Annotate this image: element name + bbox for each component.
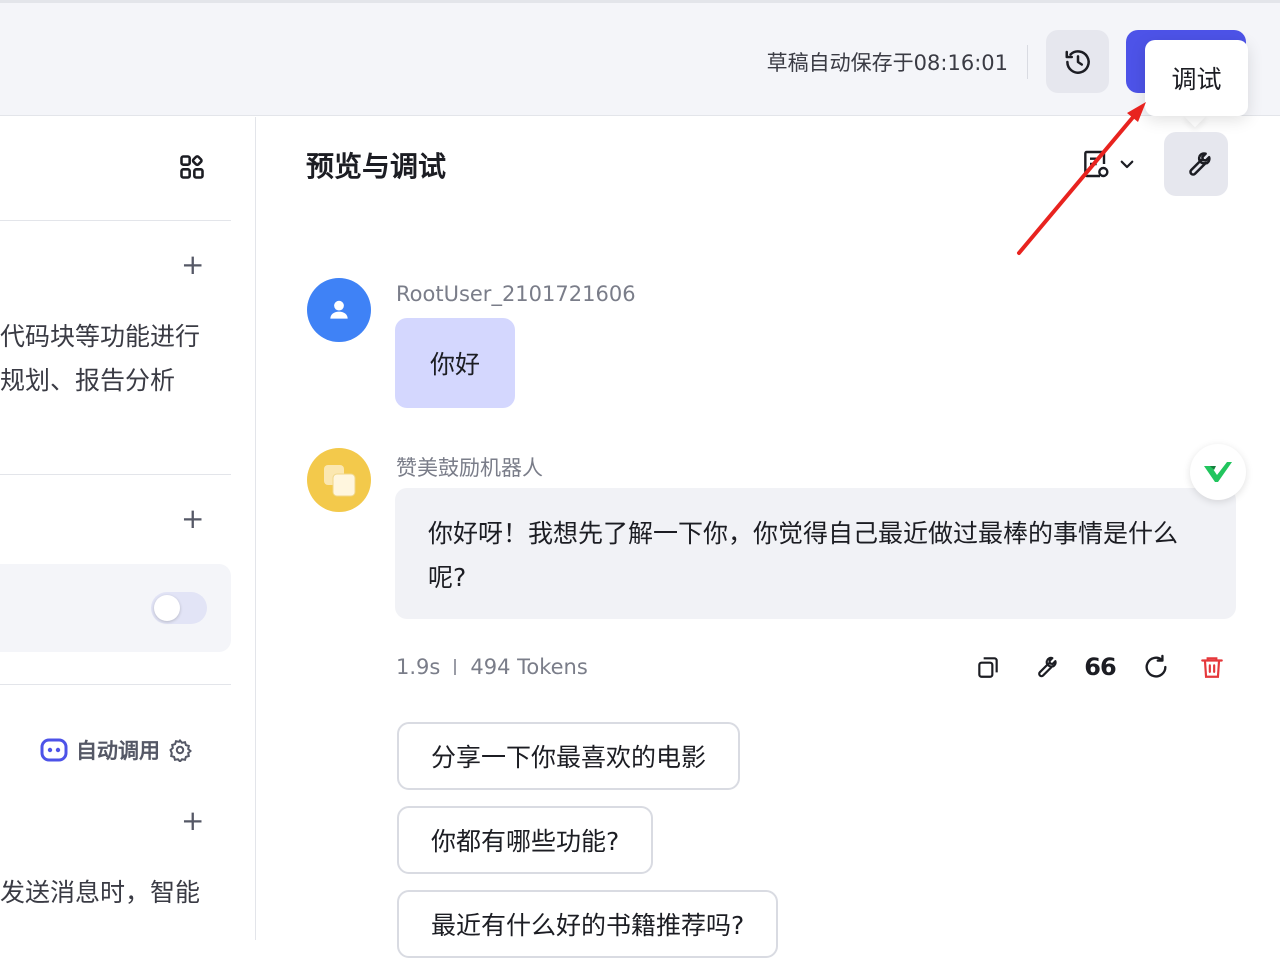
toggle-card [0, 564, 231, 652]
gear-icon[interactable] [168, 738, 192, 762]
token-count: 494 Tokens [470, 655, 588, 679]
wrench-icon [1038, 656, 1057, 678]
section-divider [0, 474, 231, 475]
user-message: 你好 [395, 318, 515, 408]
user-avatar [307, 278, 371, 342]
delete-button[interactable] [1197, 652, 1227, 682]
add-icon[interactable]: + [181, 251, 204, 279]
quote-icon: 66 [1084, 653, 1116, 681]
layout-dropdown[interactable] [1080, 148, 1136, 180]
section-description: 代码块等功能进行 [0, 322, 201, 351]
user-icon [330, 300, 348, 319]
bot-name: 赞美鼓励机器人 [396, 456, 543, 480]
bot-icon [40, 738, 68, 762]
top-bar: 草稿自动保存于08:16:01 [0, 0, 1280, 116]
wrench-icon [1189, 152, 1211, 176]
user-name: RootUser_2101721606 [396, 282, 636, 306]
debug-tooltip: 调试 [1145, 40, 1248, 116]
debug-message-button[interactable] [1029, 652, 1059, 682]
copy-icon [978, 657, 998, 678]
history-button[interactable] [1046, 30, 1109, 93]
suggested-question[interactable]: 最近有什么好的书籍推荐吗? [397, 890, 779, 958]
header-divider [1027, 45, 1028, 79]
bot-logo-icon [324, 465, 356, 497]
auto-call-label: 自动调用 [76, 739, 160, 763]
regenerate-button[interactable] [1141, 652, 1171, 682]
suggested-question[interactable]: 你都有哪些功能? [397, 806, 654, 874]
trash-icon [1201, 657, 1223, 678]
copy-button[interactable] [973, 652, 1003, 682]
message-meta: 1.9s 494 Tokens [396, 655, 588, 679]
page-title: 预览与调试 [306, 150, 447, 183]
left-config-panel: + 代码块等功能进行 规划、报告分析 + 自动调用 + 发送消息时，智能 [0, 117, 256, 940]
meta-divider [454, 659, 457, 675]
section-divider [0, 684, 231, 685]
autosave-status: 草稿自动保存于08:16:01 [766, 51, 1008, 75]
bot-avatar [307, 448, 371, 512]
brand-logo-icon [1204, 462, 1232, 482]
quote-button[interactable]: 66 [1084, 652, 1116, 682]
auto-call-setting[interactable]: 自动调用 [40, 734, 192, 766]
add-icon[interactable]: + [181, 505, 204, 533]
history-clock-icon [1065, 49, 1090, 74]
bot-message: 你好呀！我想先了解一下你，你觉得自己最近做过最棒的事情是什么呢? [395, 488, 1236, 619]
section-divider [0, 220, 231, 221]
refresh-icon [1145, 654, 1167, 678]
chevron-down-icon [1120, 160, 1134, 169]
response-time: 1.9s [396, 655, 441, 679]
feature-toggle[interactable] [151, 592, 207, 624]
document-settings-icon [1084, 150, 1109, 178]
debug-button[interactable] [1164, 132, 1228, 196]
message-actions: 66 [973, 652, 1227, 682]
toggle-knob [154, 595, 180, 621]
grid-apps-icon[interactable] [178, 153, 206, 181]
suggested-question[interactable]: 分享一下你最喜欢的电影 [397, 722, 741, 790]
section-description: 规划、报告分析 [0, 366, 176, 395]
add-icon[interactable]: + [181, 807, 204, 835]
section-description: 发送消息时，智能 [0, 878, 201, 907]
assistant-badge[interactable] [1190, 444, 1246, 500]
